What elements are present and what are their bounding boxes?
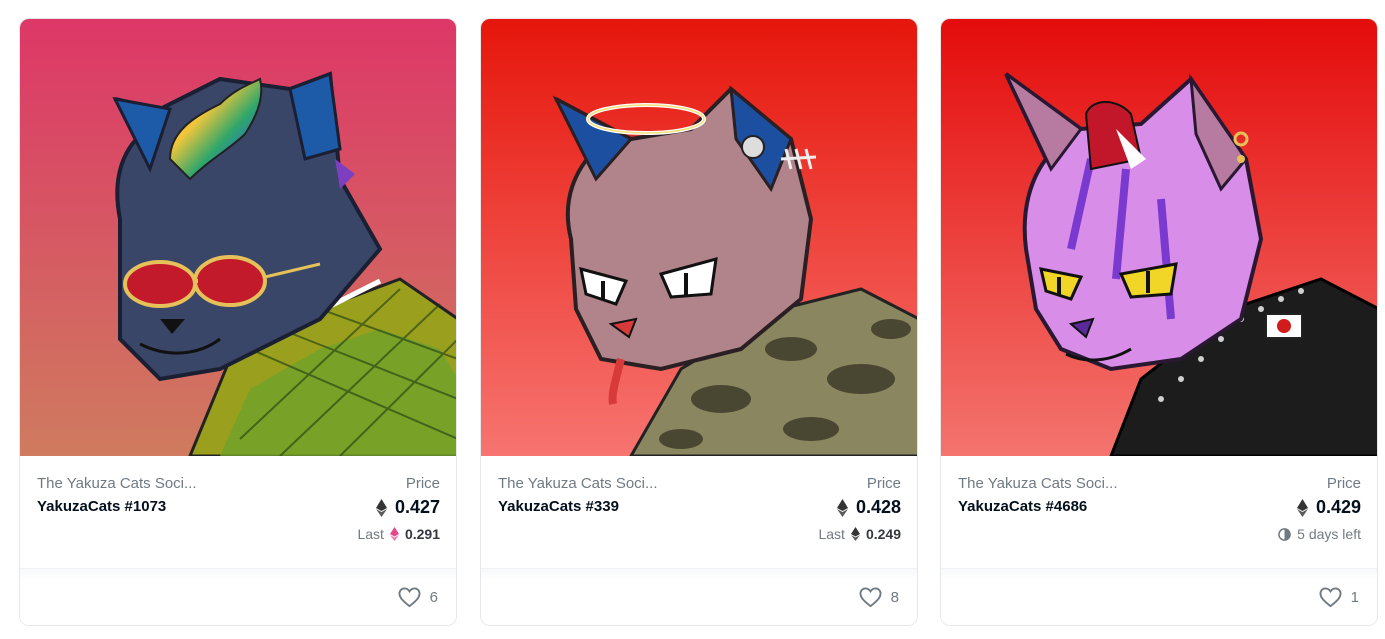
price-value: 0.428 <box>855 497 901 517</box>
collection-name[interactable]: The Yakuza Cats Soci... <box>498 475 718 492</box>
card-footer: 6 <box>20 568 456 625</box>
ethereum-icon <box>375 498 387 517</box>
heart-icon[interactable] <box>1319 587 1342 608</box>
card-footer: 1 <box>941 568 1377 625</box>
collection-name[interactable]: The Yakuza Cats Soci... <box>37 475 257 492</box>
price-label: Price <box>1326 475 1361 492</box>
time-left: 5 days left <box>1278 526 1361 542</box>
price-value: 0.429 <box>1315 497 1361 517</box>
nft-name[interactable]: YakuzaCats #339 <box>498 498 619 515</box>
last-label: Last <box>818 526 845 542</box>
ethereum-icon <box>850 527 860 541</box>
last-value: 0.249 <box>865 526 901 542</box>
price-value: 0.427 <box>394 497 440 517</box>
card-footer: 8 <box>481 568 917 625</box>
price-label: Price <box>866 475 901 492</box>
last-label: Last <box>357 526 384 542</box>
nft-image[interactable] <box>481 19 917 456</box>
price: 0.429 <box>1296 497 1361 518</box>
favorite-button[interactable]: 6 <box>398 587 438 608</box>
nft-card[interactable]: The Yakuza Cats Soci... YakuzaCats #4686… <box>940 18 1378 626</box>
time-left-label: 5 days left <box>1297 526 1361 542</box>
price-label: Price <box>405 475 440 492</box>
nft-image[interactable] <box>20 19 456 456</box>
price: 0.428 <box>836 497 901 518</box>
nft-name[interactable]: YakuzaCats #4686 <box>958 498 1087 515</box>
ethereum-icon <box>836 498 848 517</box>
favorite-button[interactable]: 8 <box>859 587 899 608</box>
nft-image[interactable] <box>941 19 1377 456</box>
favorite-button[interactable]: 1 <box>1319 587 1359 608</box>
likes-count: 8 <box>890 589 899 606</box>
collection-name[interactable]: The Yakuza Cats Soci... <box>958 475 1178 492</box>
heart-icon[interactable] <box>859 587 882 608</box>
nft-name[interactable]: YakuzaCats #1073 <box>37 498 166 515</box>
nft-card[interactable]: The Yakuza Cats Soci... YakuzaCats #1073… <box>19 18 457 626</box>
last-value: 0.291 <box>404 526 440 542</box>
clock-icon <box>1278 527 1291 541</box>
likes-count: 6 <box>429 589 438 606</box>
last-sale: Last 0.249 <box>818 526 901 542</box>
heart-icon[interactable] <box>398 587 421 608</box>
nft-card[interactable]: The Yakuza Cats Soci... YakuzaCats #339 … <box>480 18 918 626</box>
ethereum-icon <box>389 527 399 541</box>
ethereum-icon <box>1296 498 1308 517</box>
price: 0.427 <box>375 497 440 518</box>
last-sale: Last 0.291 <box>357 526 440 542</box>
likes-count: 1 <box>1350 589 1359 606</box>
